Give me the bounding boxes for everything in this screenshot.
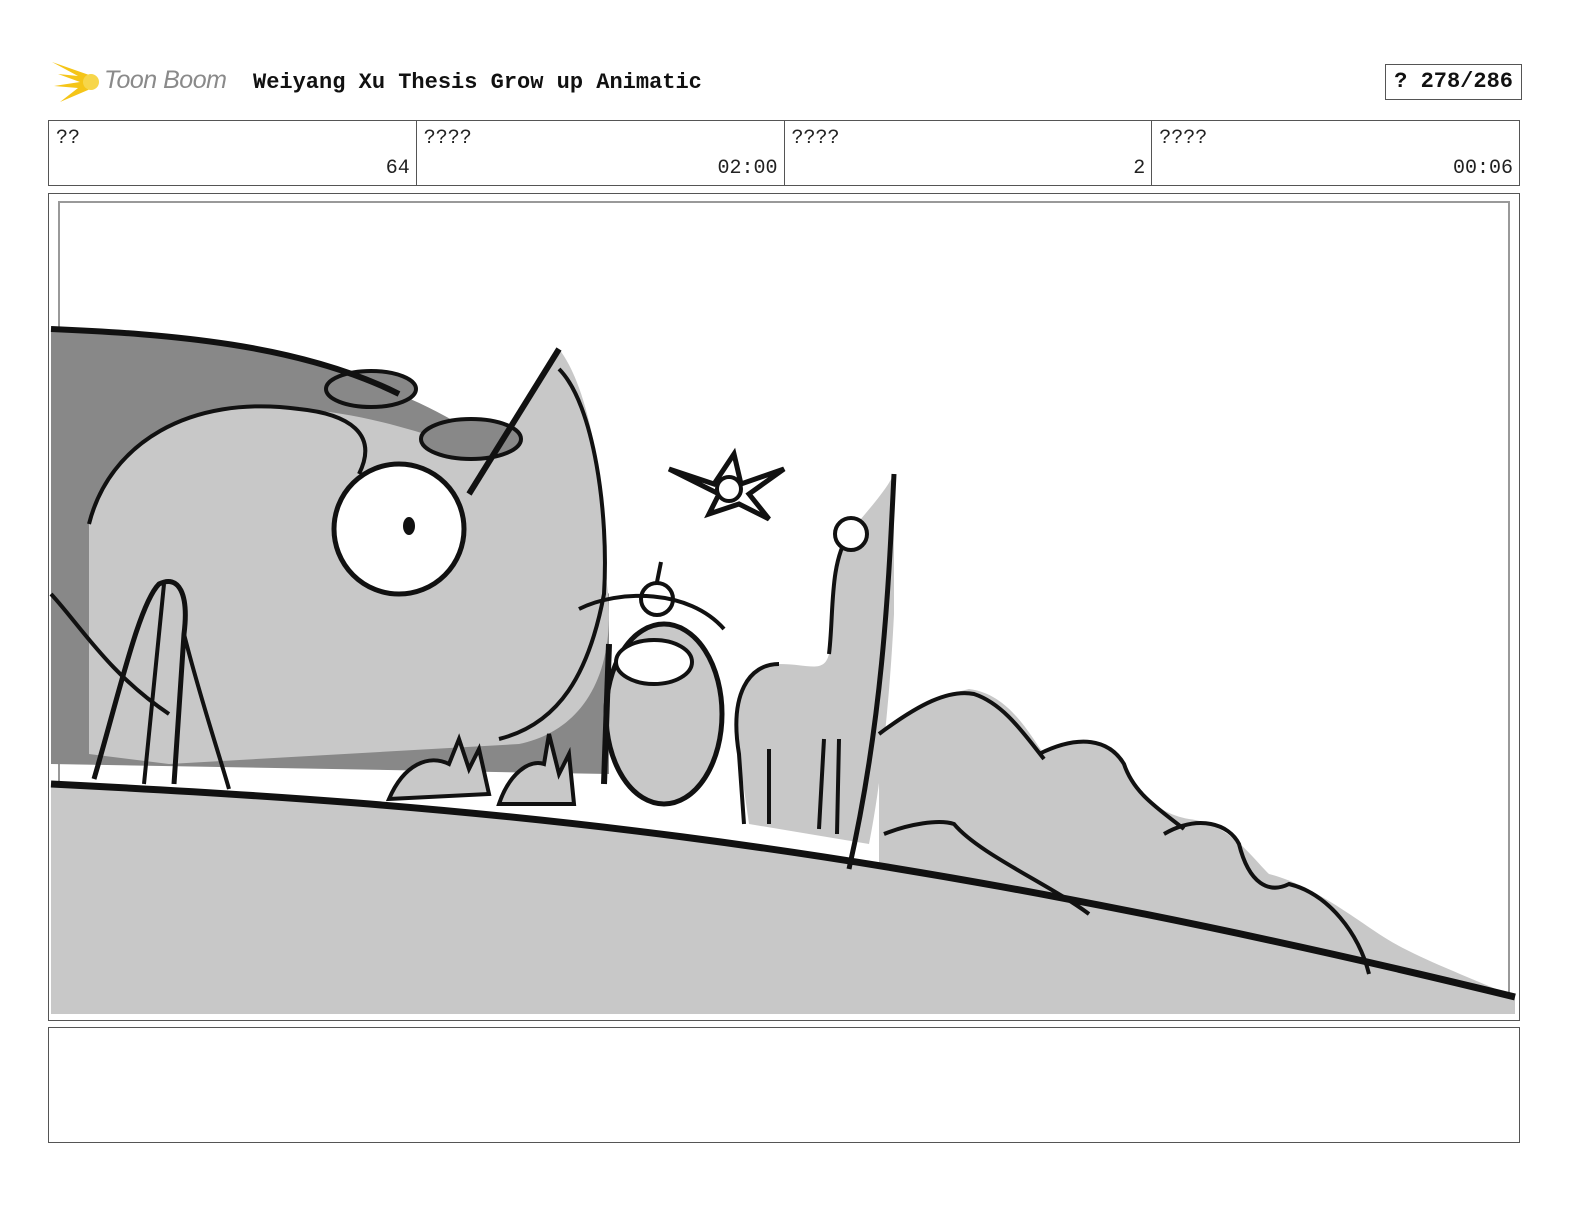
logo-text: Toon Boom [104, 66, 227, 94]
info-value: 64 [385, 157, 410, 180]
info-cell-panel-duration: ???? 00:06 [1152, 121, 1519, 185]
toon-boom-logo: Toon Boom [48, 56, 238, 108]
info-label: ???? [1159, 127, 1208, 150]
storyboard-panel [48, 193, 1520, 1021]
panel-info-row: ?? 64 ???? 02:00 ???? 2 ???? 00:06 [48, 120, 1520, 186]
project-title: Weiyang Xu Thesis Grow up Animatic [253, 70, 702, 95]
info-cell-duration: ???? 02:00 [417, 121, 785, 185]
info-cell-panel: ???? 2 [785, 121, 1153, 185]
info-cell-scene: ?? 64 [49, 121, 417, 185]
info-value: 00:06 [1452, 157, 1513, 180]
storyboard-sketch-image [49, 201, 1516, 1014]
page-header: Toon Boom Weiyang Xu Thesis Grow up Anim… [48, 54, 1522, 110]
page-counter: ? 278/286 [1385, 64, 1522, 100]
star-burst-icon [52, 62, 99, 102]
info-value: 2 [1133, 157, 1146, 180]
info-label: ???? [423, 127, 472, 150]
info-value: 02:00 [717, 157, 778, 180]
info-label: ?? [56, 127, 81, 150]
panel-notes [48, 1027, 1520, 1143]
info-label: ???? [791, 127, 840, 150]
